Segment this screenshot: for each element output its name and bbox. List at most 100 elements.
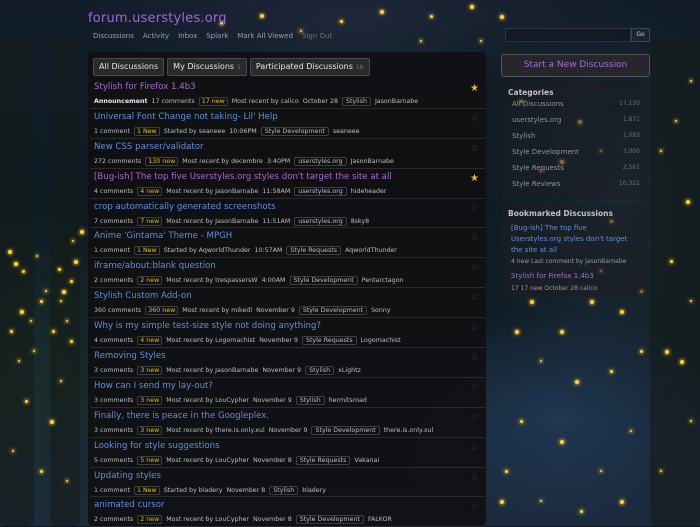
- category-tag[interactable]: Style Requests: [286, 246, 342, 256]
- discussion-row[interactable]: Stylish Custom Add-on 360 comments 360 new…: [90, 288, 485, 319]
- category-tag[interactable]: Style Requests: [295, 455, 351, 465]
- discussion-row[interactable]: Why is my simple test-size style not doi…: [90, 318, 485, 349]
- category-item[interactable]: Style Reviews 10,322: [512, 180, 640, 188]
- bookmark-star-icon[interactable]: ☆: [470, 113, 479, 124]
- bookmark-star-icon[interactable]: ☆: [470, 501, 479, 512]
- discussion-title[interactable]: New CSS parser/validator: [94, 142, 204, 152]
- tab-my-discussions[interactable]: My Discussions 1: [167, 58, 247, 76]
- discussion-title[interactable]: Finally, there is peace in the Googleple…: [94, 411, 269, 421]
- author-name[interactable]: seaneee: [333, 128, 360, 135]
- discussion-row[interactable]: Stylish for Firefox 1.4b3 Announcement 17 …: [90, 79, 485, 109]
- tab-all-discussions[interactable]: All Discussions: [93, 58, 165, 76]
- category-tag[interactable]: Stylish: [269, 485, 299, 495]
- discussion-title[interactable]: crop automatically generated screenshots: [94, 202, 276, 212]
- category-tag[interactable]: Stylish: [295, 395, 325, 405]
- category-tag[interactable]: userstyles.org: [294, 216, 347, 226]
- author-name[interactable]: AqworldThunder: [345, 247, 397, 254]
- discussion-row[interactable]: Anime 'Gintama' Theme - MPGH 1 comment 1 N…: [90, 228, 485, 259]
- bookmark-star-icon[interactable]: ☆: [470, 232, 479, 243]
- discussion-row[interactable]: Finally, there is peace in the Googleple…: [90, 408, 485, 438]
- discussion-title[interactable]: How can I send my lay-out?: [94, 381, 213, 391]
- site-logo[interactable]: forum.userstyles.org: [88, 11, 227, 26]
- nav-discussions[interactable]: Discussions: [93, 32, 134, 40]
- author-name[interactable]: JasonBarnabe: [351, 158, 394, 165]
- discussion-row[interactable]: Universal Font Change not taking- Lil' H…: [90, 109, 485, 139]
- bookmark-star-icon[interactable]: ☆: [470, 472, 479, 483]
- author-name[interactable]: hermitsroad: [329, 397, 367, 404]
- category-tag[interactable]: userstyles.org: [294, 156, 347, 166]
- category-item[interactable]: userstyles.org 1,871: [512, 116, 640, 124]
- author-name[interactable]: Logomachist: [361, 337, 401, 344]
- category-tag[interactable]: Style Development: [260, 126, 329, 136]
- bookmark-star-icon[interactable]: ☆: [470, 262, 479, 273]
- category-item[interactable]: Style Development 3,000: [512, 148, 640, 156]
- category-item[interactable]: All Discussions 17,120: [512, 100, 640, 108]
- author-name[interactable]: hideheader: [351, 188, 387, 195]
- bookmark-link[interactable]: [Bug-ish] The top five: [511, 224, 587, 232]
- discussion-title[interactable]: Stylish Custom Add-on: [94, 291, 192, 301]
- author-name[interactable]: bladery: [302, 487, 326, 494]
- nav-activity[interactable]: Activity: [143, 32, 169, 40]
- bookmark-star-icon[interactable]: ☆: [470, 292, 479, 303]
- bookmark-star-icon[interactable]: ☆: [470, 143, 479, 154]
- bookmark-link[interactable]: the site at all: [511, 246, 557, 254]
- nav-profile[interactable]: Splark: [206, 32, 228, 40]
- discussion-title[interactable]: Updating styles: [94, 471, 161, 481]
- discussion-title[interactable]: animated cursor: [94, 500, 165, 510]
- nav-mark-all-viewed[interactable]: Mark All Viewed: [237, 32, 293, 40]
- bookmark-star-icon[interactable]: ☆: [470, 442, 479, 453]
- bookmark-star-icon[interactable]: ☆: [470, 322, 479, 333]
- discussion-title[interactable]: iframe/about:blank question: [94, 261, 216, 271]
- category-tag[interactable]: Stylish: [305, 366, 335, 376]
- author-name[interactable]: Vakanai: [354, 457, 379, 464]
- discussion-row[interactable]: iframe/about:blank question 2 comments 2 n…: [90, 258, 485, 289]
- discussion-row[interactable]: Updating styles 1 comment 1 New Started by …: [90, 468, 485, 498]
- discussion-row[interactable]: animated cursor 2 comments 2 new Most recen…: [90, 497, 485, 527]
- category-tag[interactable]: Stylish: [341, 97, 371, 106]
- search-input[interactable]: [505, 28, 631, 42]
- category-tag[interactable]: Style Development: [295, 515, 364, 525]
- tab-participated-discussions[interactable]: Participated Discussions 16: [249, 58, 370, 76]
- discussion-title[interactable]: [Bug-ish] The top five Userstyles.org st…: [94, 172, 392, 182]
- nav-sign-out[interactable]: Sign Out: [302, 32, 332, 40]
- discussion-row[interactable]: Looking for style suggestions 5 comments 5…: [90, 438, 485, 468]
- author-name[interactable]: xLightz: [338, 367, 361, 374]
- firefly-dot: [10, 330, 13, 333]
- author-name[interactable]: Pentarctagon: [362, 277, 404, 284]
- author-name[interactable]: 8sky8: [351, 218, 369, 225]
- discussion-row[interactable]: New CSS parser/validator 272 comments 130 …: [90, 139, 485, 169]
- start-new-discussion-button[interactable]: Start a New Discussion: [501, 54, 650, 77]
- category-tag[interactable]: userstyles.org: [294, 186, 347, 196]
- search-go-button[interactable]: Go: [631, 28, 650, 42]
- category-tag[interactable]: Style Development: [289, 276, 358, 286]
- discussion-row[interactable]: Removing Styles 3 comments 3 new Most recen…: [90, 348, 485, 378]
- bookmark-link[interactable]: Stylish for Firefox 1.4b3: [511, 272, 594, 280]
- bookmark-star-icon[interactable]: ☆: [470, 412, 479, 423]
- category-item[interactable]: Style Requests 2,561: [512, 164, 640, 172]
- discussion-row[interactable]: How can I send my lay-out? 3 comments 3 ne…: [90, 378, 485, 408]
- discussion-title[interactable]: Anime 'Gintama' Theme - MPGH: [94, 231, 232, 241]
- comment-count: 17 comments: [151, 98, 195, 105]
- author-name[interactable]: JasonBarnabe: [375, 98, 418, 105]
- discussion-row[interactable]: [Bug-ish] The top five Userstyles.org st…: [90, 169, 485, 199]
- bookmark-star-icon[interactable]: ☆: [470, 203, 479, 214]
- author-name[interactable]: Sonny: [371, 307, 391, 314]
- discussion-title[interactable]: Stylish for Firefox 1.4b3: [94, 82, 196, 92]
- bookmark-star-icon[interactable]: ☆: [470, 382, 479, 393]
- discussion-title[interactable]: Why is my simple test-size style not doi…: [94, 321, 321, 331]
- discussion-title[interactable]: Looking for style suggestions: [94, 441, 220, 451]
- bookmark-star-icon[interactable]: ☆: [470, 352, 479, 363]
- bookmark-star-icon[interactable]: ★: [470, 173, 479, 184]
- category-tag[interactable]: Style Requests: [301, 336, 357, 346]
- nav-inbox[interactable]: Inbox: [178, 32, 197, 40]
- discussion-title[interactable]: Removing Styles: [94, 351, 166, 361]
- discussion-title[interactable]: Universal Font Change not taking- Lil' H…: [94, 112, 278, 122]
- category-item[interactable]: Stylish 1,083: [512, 132, 640, 140]
- author-name[interactable]: there.is.only.xul: [384, 427, 434, 434]
- category-tag[interactable]: Style Development: [311, 425, 380, 435]
- bookmark-star-icon[interactable]: ★: [470, 83, 479, 94]
- discussion-row[interactable]: crop automatically generated screenshots…: [90, 199, 485, 229]
- category-tag[interactable]: Style Development: [298, 306, 368, 316]
- author-name[interactable]: FALKOR: [368, 516, 392, 523]
- bookmark-link[interactable]: Userstyles.org styles don't target: [511, 235, 627, 243]
